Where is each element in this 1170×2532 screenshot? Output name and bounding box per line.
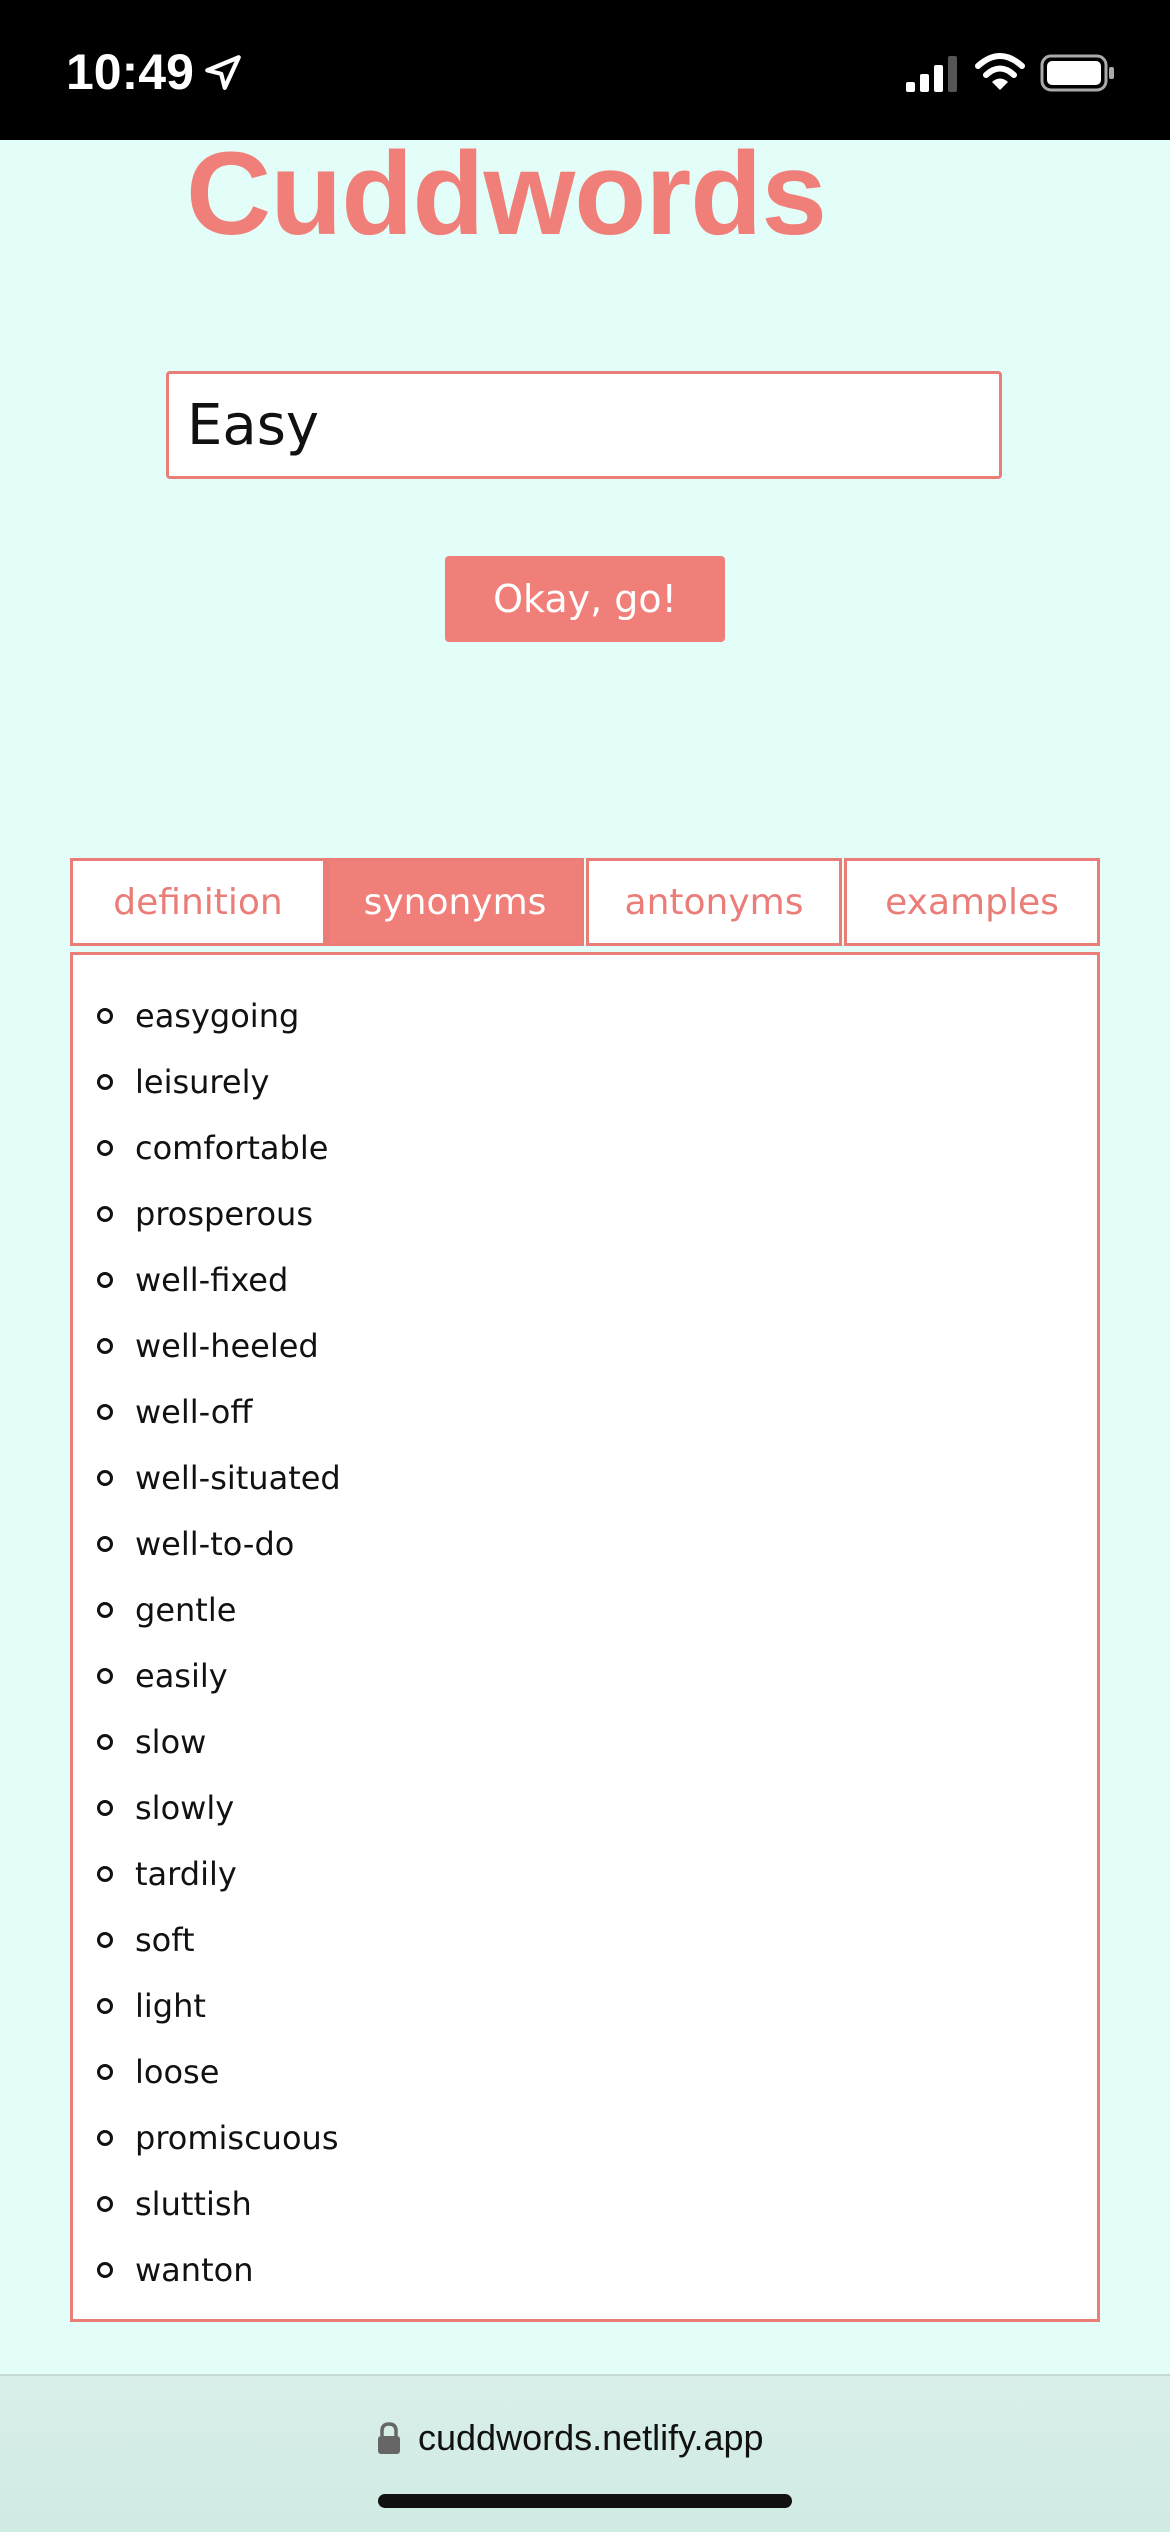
bullet-icon	[97, 2196, 113, 2212]
battery-icon	[1040, 54, 1114, 92]
list-item: tardily	[73, 1849, 341, 1915]
status-time: 10:49	[66, 44, 194, 100]
search-input[interactable]	[166, 371, 1002, 479]
bullet-icon	[97, 1206, 113, 1222]
synonym-text: slow	[135, 1723, 207, 1761]
bullet-icon	[97, 1140, 113, 1156]
synonym-text: gentle	[135, 1591, 237, 1629]
url-text[interactable]: cuddwords.netlify.app	[418, 2414, 764, 2462]
list-item: well-situated	[73, 1453, 341, 1519]
wifi-icon	[975, 53, 1025, 90]
bullet-icon	[97, 1536, 113, 1552]
list-item: sluttish	[73, 2179, 341, 2245]
tab-bar: definition synonyms antonyms examples	[70, 858, 1100, 946]
synonym-text: easygoing	[135, 997, 300, 1035]
bullet-icon	[97, 1866, 113, 1882]
bullet-icon	[97, 2064, 113, 2080]
synonym-text: well-fixed	[135, 1261, 289, 1299]
bullet-icon	[97, 1734, 113, 1750]
bullet-icon	[97, 1338, 113, 1354]
app-title: Cuddwords	[186, 128, 827, 260]
tab-synonyms[interactable]: synonyms	[326, 858, 584, 946]
synonym-text: promiscuous	[135, 2119, 339, 2157]
list-item: wanton	[73, 2245, 341, 2311]
bullet-icon	[97, 2262, 113, 2278]
synonym-text: loose	[135, 2053, 220, 2091]
bullet-icon	[97, 1074, 113, 1090]
list-item: well-to-do	[73, 1519, 341, 1585]
synonym-text: sluttish	[135, 2185, 252, 2223]
list-item: well-heeled	[73, 1321, 341, 1387]
tab-examples[interactable]: examples	[844, 858, 1100, 946]
synonym-text: prosperous	[135, 1195, 313, 1233]
synonyms-list: easygoing leisurely comfortable prospero…	[73, 991, 341, 2311]
browser-url-bar[interactable]: cuddwords.netlify.app	[0, 2374, 1170, 2532]
bullet-icon	[97, 1668, 113, 1684]
list-item: prosperous	[73, 1189, 341, 1255]
synonym-text: well-heeled	[135, 1327, 319, 1365]
bullet-icon	[97, 1800, 113, 1816]
list-item: slowly	[73, 1783, 341, 1849]
list-item: slow	[73, 1717, 341, 1783]
list-item: light	[73, 1981, 341, 2047]
tab-definition[interactable]: definition	[70, 858, 326, 946]
synonym-text: well-situated	[135, 1459, 341, 1497]
synonym-text: tardily	[135, 1855, 237, 1893]
synonym-text: wanton	[135, 2251, 254, 2289]
bullet-icon	[97, 1602, 113, 1618]
list-item: leisurely	[73, 1057, 341, 1123]
list-item: gentle	[73, 1585, 341, 1651]
go-button[interactable]: Okay, go!	[445, 556, 725, 642]
list-item: promiscuous	[73, 2113, 341, 2179]
synonym-text: soft	[135, 1921, 195, 1959]
bullet-icon	[97, 1272, 113, 1288]
bullet-icon	[97, 1998, 113, 2014]
synonym-text: easily	[135, 1657, 228, 1695]
home-indicator[interactable]	[378, 2494, 792, 2508]
list-item: well-fixed	[73, 1255, 341, 1321]
synonym-text: slowly	[135, 1789, 235, 1827]
status-bar: 10:49	[0, 0, 1170, 140]
list-item: comfortable	[73, 1123, 341, 1189]
bullet-icon	[97, 1008, 113, 1024]
synonym-text: leisurely	[135, 1063, 270, 1101]
signal-icon	[906, 56, 957, 92]
synonym-text: light	[135, 1987, 206, 2025]
synonym-text: comfortable	[135, 1129, 329, 1167]
list-item: well-off	[73, 1387, 341, 1453]
list-item: easily	[73, 1651, 341, 1717]
list-item: easygoing	[73, 991, 341, 1057]
bullet-icon	[97, 1932, 113, 1948]
list-item: loose	[73, 2047, 341, 2113]
bullet-icon	[97, 2130, 113, 2146]
location-arrow-icon	[205, 55, 241, 90]
synonyms-panel: easygoing leisurely comfortable prospero…	[70, 952, 1100, 2322]
lock-icon	[378, 2422, 400, 2454]
tab-antonyms[interactable]: antonyms	[586, 858, 842, 946]
bullet-icon	[97, 1404, 113, 1420]
list-item: soft	[73, 1915, 341, 1981]
synonym-text: well-to-do	[135, 1525, 295, 1563]
bullet-icon	[97, 1470, 113, 1486]
synonym-text: well-off	[135, 1393, 253, 1431]
